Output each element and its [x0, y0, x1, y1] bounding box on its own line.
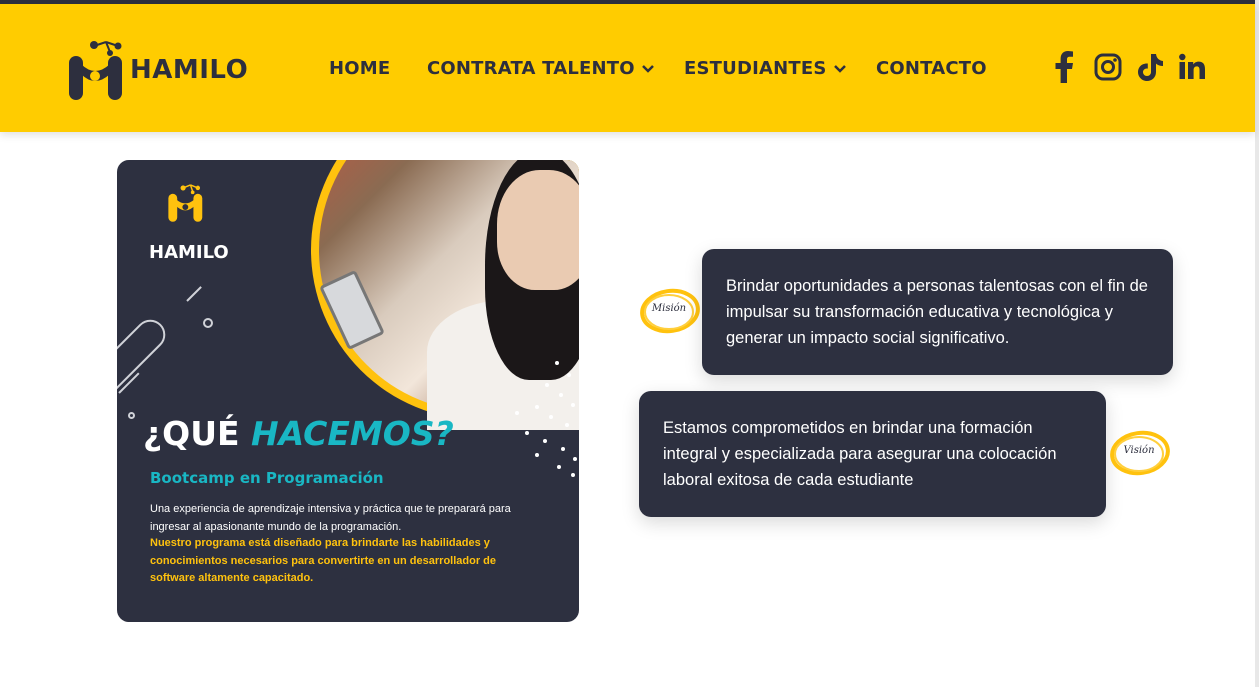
instagram-icon — [1094, 53, 1122, 81]
tiktok-icon — [1138, 54, 1163, 81]
linkedin-icon — [1179, 53, 1205, 79]
hamilo-logo-icon — [168, 184, 203, 222]
nav-home[interactable]: HOME — [329, 58, 390, 79]
linkedin-link[interactable] — [1178, 53, 1206, 81]
promo-heading-prefix: ¿QUÉ — [143, 414, 252, 453]
decorative-circle — [128, 412, 135, 419]
vision-text: Estamos comprometidos en brindar una for… — [663, 419, 1057, 489]
brand-logo[interactable]: HAMILO — [66, 36, 248, 104]
photo-face — [497, 170, 579, 290]
promo-subheading: Bootcamp en Programación — [150, 469, 384, 487]
decorative-pill — [117, 313, 172, 413]
chevron-down-icon — [641, 64, 654, 73]
nav-contacto-label: CONTACTO — [876, 58, 987, 79]
facebook-link[interactable] — [1054, 51, 1074, 83]
mision-card: Brindar oportunidades a personas talento… — [702, 249, 1173, 375]
decorative-circle — [203, 318, 213, 328]
mision-text: Brindar oportunidades a personas talento… — [726, 277, 1148, 347]
brand-name: HAMILO — [130, 55, 249, 85]
site-header: HAMILO HOME CONTRATA TALENTO ESTUDIANTES… — [0, 4, 1255, 132]
promo-body: Una experiencia de aprendizaje intensiva… — [150, 503, 511, 533]
vision-card: Estamos comprometidos en brindar una for… — [639, 391, 1106, 517]
nav-contrata-talento[interactable]: CONTRATA TALENTO — [427, 58, 655, 79]
hamilo-molecule-logo-icon — [69, 41, 122, 100]
instagram-link[interactable] — [1094, 53, 1122, 81]
promo-heading: ¿QUÉ HACEMOS? — [143, 414, 454, 453]
promo-brand-name: HAMILO — [149, 242, 229, 263]
vision-badge-label: Visión — [1123, 445, 1155, 456]
social-links — [1054, 50, 1206, 84]
nav-estudiantes-label: ESTUDIANTES — [684, 58, 827, 79]
vision-badge: Visión — [1106, 428, 1172, 478]
nav-contacto[interactable]: CONTACTO — [876, 58, 987, 79]
decorative-line — [186, 286, 202, 302]
chevron-down-icon — [833, 64, 846, 73]
facebook-icon — [1055, 51, 1073, 83]
nav-contrata-talento-label: CONTRATA TALENTO — [427, 58, 635, 79]
promo-body-highlight: Nuestro programa está diseñado para brin… — [150, 537, 497, 584]
mision-badge-label: Misión — [651, 303, 687, 314]
nav-home-label: HOME — [329, 58, 391, 79]
scrollbar[interactable] — [1255, 0, 1259, 687]
nav-estudiantes[interactable]: ESTUDIANTES — [684, 58, 847, 79]
tiktok-link[interactable] — [1136, 52, 1164, 82]
promo-banner: HAMILO ¿QUÉ HACEMOS? Bootcamp en Program… — [117, 160, 579, 622]
decorative-dots — [515, 361, 577, 477]
promo-heading-highlight: HACEMOS? — [251, 414, 454, 453]
mision-badge: Misión — [636, 286, 702, 336]
